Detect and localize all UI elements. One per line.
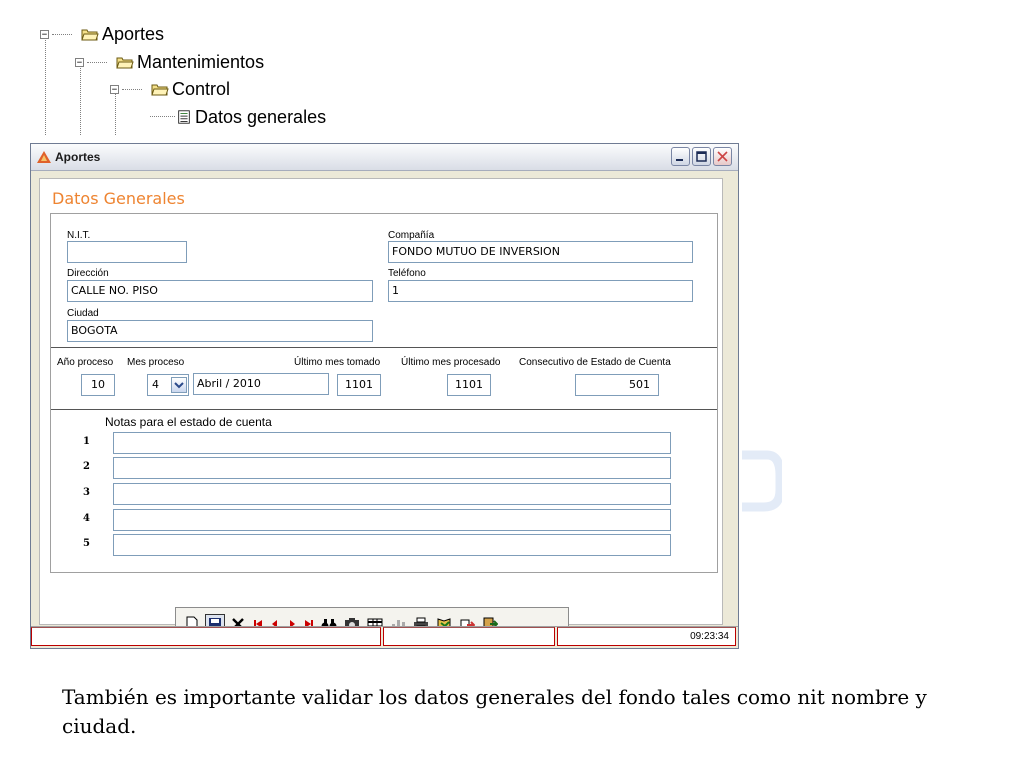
mes-proceso-select[interactable]: 4 [147, 374, 189, 396]
tree-item-mantenimientos[interactable]: − Mantenimientos [75, 51, 264, 73]
dropdown-button[interactable] [171, 377, 187, 393]
ciudad-field[interactable]: BOGOTA [67, 320, 373, 342]
open-folder-icon [151, 84, 169, 96]
telefono-field[interactable]: 1 [388, 280, 693, 302]
maximize-icon [696, 151, 707, 162]
direccion-field[interactable]: CALLE NO. PISO [67, 280, 373, 302]
ciudad-label: Ciudad [67, 308, 99, 319]
tree-item-label: Mantenimientos [137, 52, 265, 72]
minimize-icon [676, 159, 683, 161]
ultimo-mes-tomado-label: Último mes tomado [294, 357, 381, 368]
ultimo-mes-tomado-field[interactable]: 1101 [337, 374, 381, 396]
ultimo-mes-procesado-label: Último mes procesado [401, 357, 501, 368]
compania-field[interactable]: FONDO MUTUO DE INVERSION [388, 241, 693, 263]
status-pane [31, 627, 381, 646]
ultimo-mes-procesado-field[interactable]: 1101 [447, 374, 491, 396]
datos-generales-group: N.I.T. Compañía FONDO MUTUO DE INVERSION… [50, 213, 718, 573]
status-clock: 09:23:34 [557, 627, 736, 646]
slide-caption: También es importante validar los datos … [62, 685, 927, 738]
note-row-number: 3 [83, 487, 90, 498]
status-bar: 09:23:34 [31, 626, 738, 648]
mes-proceso-value: 4 [152, 378, 159, 391]
tree-item-label: Datos generales [195, 107, 327, 127]
tree-item-label: Aportes [102, 24, 165, 44]
document-icon [178, 110, 190, 124]
collapse-icon[interactable]: − [110, 84, 119, 94]
open-folder-icon [81, 29, 99, 41]
maximize-button[interactable] [692, 147, 711, 166]
tree-item-aportes[interactable]: − Aportes [40, 23, 164, 45]
close-icon [717, 151, 728, 162]
note-row-number: 5 [83, 538, 90, 549]
telefono-label: Teléfono [388, 268, 426, 279]
separator [51, 347, 717, 349]
note-field-1[interactable] [113, 432, 671, 454]
tree-item-datos-generales[interactable]: Datos generales [176, 106, 326, 128]
separator [51, 409, 717, 411]
note-field-5[interactable] [113, 534, 671, 556]
note-field-3[interactable] [113, 483, 671, 505]
background-watermark [742, 450, 782, 512]
collapse-icon[interactable]: − [75, 57, 84, 67]
mes-texto-field: Abril / 2010 [193, 373, 329, 395]
nit-label: N.I.T. [67, 230, 91, 241]
tree-connector [150, 116, 175, 117]
note-row-number: 2 [83, 461, 90, 472]
form-client-area: Datos Generales N.I.T. Compañía FONDO MU… [39, 178, 723, 640]
section-title: Datos Generales [52, 189, 185, 208]
note-row-number: 1 [83, 436, 90, 447]
tree-guide-line [80, 66, 81, 135]
note-field-4[interactable] [113, 509, 671, 531]
open-folder-icon [116, 57, 134, 69]
navigation-tree: − Aportes − Mantenimientos − Control Dat… [0, 0, 400, 135]
minimize-button[interactable] [671, 147, 690, 166]
tree-guide-line [45, 38, 46, 135]
consecutivo-field[interactable]: 501 [575, 374, 659, 396]
tree-item-label: Control [172, 79, 231, 99]
anio-proceso-label: Año proceso [57, 357, 114, 368]
compania-label: Compañía [388, 230, 435, 241]
app-logo-icon [37, 151, 51, 163]
note-field-2[interactable] [113, 457, 671, 479]
note-row-number: 4 [83, 513, 90, 524]
close-button[interactable] [713, 147, 732, 166]
nit-field[interactable] [67, 241, 187, 263]
aportes-window[interactable]: Aportes Datos Generales N.I.T. Compañía … [30, 143, 739, 649]
status-pane [383, 627, 555, 646]
direccion-label: Dirección [67, 268, 109, 279]
mes-proceso-label: Mes proceso [127, 357, 185, 368]
notas-label: Notas para el estado de cuenta [105, 415, 272, 429]
tree-item-control[interactable]: − Control [110, 78, 230, 100]
collapse-icon[interactable]: − [40, 29, 49, 39]
chevron-down-icon [174, 382, 184, 389]
consecutivo-label: Consecutivo de Estado de Cuenta [519, 357, 671, 368]
window-titlebar[interactable]: Aportes [31, 144, 738, 171]
window-title: Aportes [55, 150, 101, 164]
anio-proceso-field[interactable]: 10 [81, 374, 115, 396]
